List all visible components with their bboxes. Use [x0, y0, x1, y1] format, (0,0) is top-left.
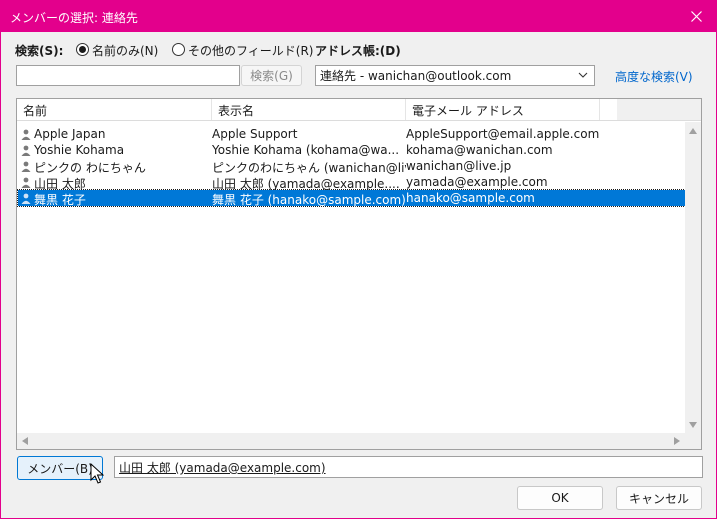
cancel-button[interactable]: キャンセル — [616, 486, 702, 510]
members-value: 山田 太郎 (yamada@example.com) — [119, 461, 326, 475]
window-title: メンバーの選択: 連絡先 — [10, 11, 138, 25]
cancel-button-label: キャンセル — [628, 491, 689, 506]
table-row[interactable]: Yoshie Kohama Yoshie Kohama (kohama@wa..… — [18, 142, 685, 158]
scroll-up-icon[interactable] — [689, 128, 697, 134]
table-row[interactable]: ピンクの わにちゃん ピンクのわにちゃん (wanichan@live... w… — [18, 158, 685, 175]
cell-name: 舞黒 花子 — [34, 193, 86, 207]
column-header-display-name[interactable]: 表示名 — [212, 99, 406, 120]
person-icon — [21, 129, 31, 140]
person-icon — [21, 145, 31, 156]
address-book-value: 連絡先 - wanichan@outlook.com — [320, 69, 512, 83]
search-button-label: 検索(G) — [250, 69, 293, 83]
search-label: 検索(S): — [15, 44, 64, 58]
contact-rows: Apple Japan Apple Support AppleSupport@e… — [17, 126, 686, 207]
person-icon — [21, 193, 31, 204]
radio-name-only[interactable] — [76, 43, 89, 56]
scrollbar-corner — [685, 433, 701, 449]
table-row-selected[interactable]: 舞黒 花子 舞黒 花子 (hanako@sample.com) hanako@s… — [17, 189, 686, 207]
table-row[interactable]: 山田 太郎 山田 太郎 (yamada@example.... yamada@e… — [18, 174, 685, 191]
cell-display-name: 舞黒 花子 (hanako@sample.com) — [212, 193, 406, 207]
column-header-email[interactable]: 電子メール アドレス — [406, 99, 600, 120]
advanced-search-link[interactable]: 高度な検索(V) — [615, 68, 693, 85]
column-header-filler — [617, 99, 701, 120]
radio-other-fields-label[interactable]: その他のフィールド(R) — [188, 42, 313, 59]
cell-email: yamada@example.com — [406, 175, 548, 189]
table-row[interactable]: Apple Japan Apple Support AppleSupport@e… — [18, 126, 685, 142]
close-icon — [690, 11, 702, 22]
search-input[interactable] — [16, 65, 240, 86]
members-field[interactable]: 山田 太郎 (yamada@example.com) — [114, 456, 703, 478]
cell-email: AppleSupport@email.apple.com — [406, 127, 600, 141]
cell-display-name: Yoshie Kohama (kohama@wa... — [212, 143, 400, 157]
address-book-label: アドレス帳:(D) — [315, 44, 401, 58]
ok-button[interactable]: OK — [517, 486, 603, 510]
cell-name: Yoshie Kohama — [34, 143, 125, 157]
cell-name: Apple Japan — [34, 127, 106, 141]
radio-other-fields[interactable] — [172, 43, 185, 56]
scroll-down-icon[interactable] — [689, 422, 697, 428]
scroll-right-icon[interactable] — [674, 437, 680, 445]
address-book-select[interactable]: 連絡先 - wanichan@outlook.com — [315, 65, 595, 86]
horizontal-scrollbar[interactable] — [17, 433, 685, 449]
column-header-name[interactable]: 名前 — [17, 99, 212, 120]
cell-display-name: Apple Support — [212, 127, 298, 141]
cell-email: wanichan@live.jp — [406, 159, 512, 173]
person-icon — [21, 177, 31, 188]
title-bar: メンバーの選択: 連絡先 — [1, 1, 716, 32]
chevron-down-icon — [578, 72, 588, 78]
scroll-left-icon[interactable] — [22, 437, 28, 445]
ok-button-label: OK — [551, 491, 569, 505]
cell-email: hanako@sample.com — [406, 191, 535, 205]
list-header: 名前 表示名 電子メール アドレス — [17, 99, 701, 121]
radio-name-only-label[interactable]: 名前のみ(N) — [92, 42, 158, 59]
members-button-label: メンバー(B) — [27, 461, 93, 476]
person-icon — [21, 161, 31, 172]
select-members-dialog: メンバーの選択: 連絡先 検索(S): 名前のみ(N) その他のフィールド(R)… — [0, 0, 717, 519]
close-button[interactable] — [676, 1, 716, 32]
vertical-scrollbar[interactable] — [685, 122, 701, 434]
cell-email: kohama@wanichan.com — [406, 143, 553, 157]
contact-list: 名前 表示名 電子メール アドレス Apple Japan Apple Supp… — [16, 98, 702, 450]
search-button[interactable]: 検索(G) — [241, 65, 302, 86]
mouse-cursor-icon — [90, 463, 104, 484]
